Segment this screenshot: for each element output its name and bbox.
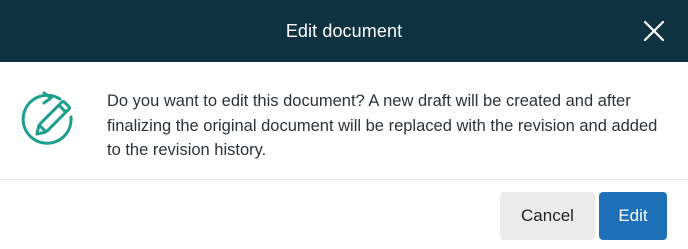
dialog-header: Edit document (0, 0, 688, 62)
edit-button[interactable]: Edit (599, 192, 667, 240)
dialog-footer: Cancel Edit (0, 180, 688, 249)
edit-revision-icon (18, 87, 84, 147)
edit-document-dialog: Edit document Do you want to edit this d… (0, 0, 688, 249)
dialog-body: Do you want to edit this document? A new… (0, 62, 688, 180)
cancel-button[interactable]: Cancel (500, 192, 595, 240)
dialog-message: Do you want to edit this document? A new… (107, 92, 658, 159)
close-button[interactable] (640, 17, 668, 45)
close-icon (643, 20, 665, 42)
dialog-title: Edit document (285, 21, 403, 41)
